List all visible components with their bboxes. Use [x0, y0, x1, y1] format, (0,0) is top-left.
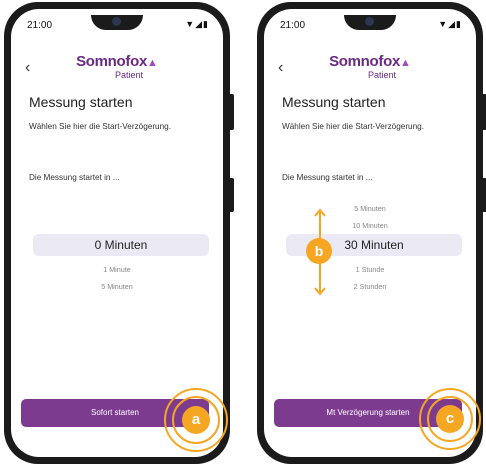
badge-c: c — [436, 405, 464, 433]
camera-notch — [91, 15, 143, 30]
delay-prompt: Die Messung startet in ... — [282, 173, 373, 182]
page-title: Messung starten — [282, 94, 386, 110]
page-description: Wählen Sie hier die Start-Verzögerung. — [282, 122, 424, 131]
phone-right: 21:00 ▼◢▮ ‹ Somnofox▲ Patient Messung st… — [257, 2, 486, 464]
delay-prompt: Die Messung startet in ... — [29, 173, 120, 182]
side-button — [230, 94, 234, 130]
status-time: 21:00 — [280, 20, 306, 31]
status-time: 21:00 — [27, 20, 53, 31]
phone-left: 21:00 ▼◢▮ ‹ Somnofox▲ Patient Messung st… — [4, 2, 234, 464]
picker-option[interactable]: 5 Minuten — [11, 282, 223, 291]
status-icons: ▼◢▮ — [438, 19, 462, 29]
picker-option[interactable]: 1 Stunde — [264, 265, 476, 274]
logo-subtitle: Patient — [367, 70, 397, 80]
app-logo: Somnofox▲ Patient — [264, 53, 476, 80]
logo-wordmark: Somnofox — [76, 53, 148, 70]
logo-wordmark: Somnofox — [329, 53, 401, 70]
picker-option[interactable]: 1 Minute — [11, 265, 223, 274]
picker-selected-option[interactable]: 0 Minuten — [33, 234, 209, 256]
page-title: Messung starten — [29, 94, 133, 110]
status-icons: ▼◢▮ — [185, 19, 209, 29]
side-button — [230, 178, 234, 212]
fox-icon: ▲ — [147, 57, 158, 69]
picker-option[interactable]: 10 Minuten — [264, 221, 476, 230]
camera-lens — [112, 17, 121, 26]
picker-option[interactable]: 2 Stunden — [264, 282, 476, 291]
fox-icon: ▲ — [400, 57, 411, 69]
badge-a: a — [182, 406, 210, 434]
page-description: Wählen Sie hier die Start-Verzögerung. — [29, 122, 171, 131]
camera-lens — [365, 17, 374, 26]
camera-notch — [344, 15, 396, 30]
logo-subtitle: Patient — [114, 70, 144, 80]
picker-option[interactable]: 5 Minuten — [264, 204, 476, 213]
badge-b: b — [306, 238, 332, 264]
app-logo: Somnofox▲ Patient — [11, 53, 223, 80]
